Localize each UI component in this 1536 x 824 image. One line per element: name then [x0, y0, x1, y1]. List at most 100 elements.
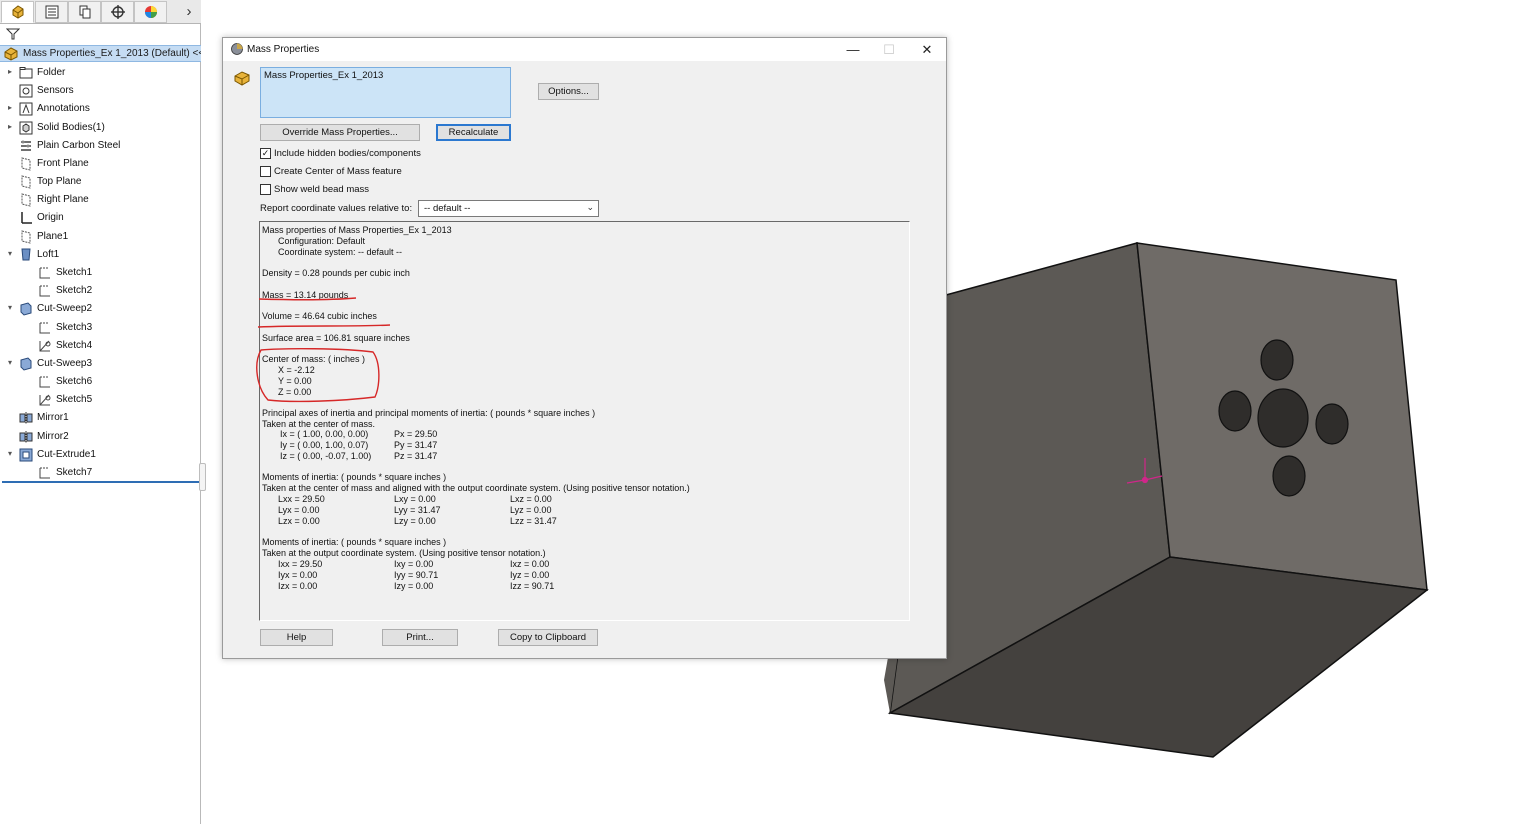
- results-moments-output-heading: Moments of inertia: ( pounds * square in…: [262, 537, 447, 547]
- tree-item-label: Sketch2: [56, 285, 93, 297]
- results-lyx: Lyx = 0.00: [278, 505, 320, 515]
- tree-item-label: Mirror1: [37, 412, 69, 424]
- rollback-bar[interactable]: [2, 481, 199, 483]
- results-ixx: Ixx = 29.50: [278, 559, 323, 569]
- close-button[interactable]: ✕: [909, 38, 945, 61]
- results-pz: Pz = 31.47: [394, 451, 438, 461]
- results-volume: Volume = 46.64 cubic inches: [262, 311, 377, 321]
- results-coordinate-system: Coordinate system: -- default --: [278, 247, 403, 257]
- crosshair-icon: [110, 5, 125, 19]
- cut-sweep-icon: [20, 357, 32, 371]
- results-ixy: Ixy = 0.00: [394, 559, 434, 569]
- results-heading: Mass properties of Mass Properties_Ex 1_…: [262, 225, 452, 235]
- tree-item-label: Sketch6: [56, 376, 93, 388]
- help-button[interactable]: Help: [260, 629, 333, 646]
- color-wheel-icon: [144, 6, 157, 18]
- tree-item-label: Sketch3: [56, 321, 93, 333]
- create-com-label: Create Center of Mass feature: [274, 166, 402, 177]
- expand-toggle-icon[interactable]: ▾: [5, 249, 15, 258]
- create-com-checkbox[interactable]: [260, 166, 271, 177]
- tree-root-part[interactable]: Mass Properties_Ex 1_2013 (Default) <<D: [0, 45, 201, 62]
- sketch-icon: [39, 467, 50, 479]
- print-button[interactable]: Print...: [382, 629, 458, 646]
- sketch-3d-icon: [39, 394, 51, 406]
- plane-icon: [21, 193, 31, 207]
- mass-properties-results[interactable]: Mass properties of Mass Properties_Ex 1_…: [259, 221, 910, 621]
- show-weld-checkbox[interactable]: [260, 184, 271, 195]
- tree-item-label: Front Plane: [37, 157, 89, 169]
- annotations-icon: [19, 102, 33, 116]
- chevron-down-icon[interactable]: ⌄: [586, 202, 594, 213]
- expand-toggle-icon[interactable]: ▸: [5, 122, 15, 131]
- results-density: Density = 0.28 pounds per cubic inch: [262, 268, 410, 278]
- results-mass: Mass = 13.14 pounds: [262, 290, 349, 300]
- expand-toggle-icon[interactable]: ▸: [5, 103, 15, 112]
- report-coordinate-label: Report coordinate values relative to:: [260, 203, 413, 214]
- tab-display-manager[interactable]: [134, 1, 167, 23]
- tree-item-label: Cut-Extrude1: [37, 448, 96, 460]
- mirror-icon: [19, 430, 33, 443]
- selected-items-list[interactable]: Mass Properties_Ex 1_2013: [260, 67, 511, 118]
- expand-toggle-icon[interactable]: ▾: [5, 358, 15, 367]
- expand-toggle-icon[interactable]: ▸: [5, 67, 15, 76]
- origin-icon: [21, 212, 32, 225]
- results-lzz: Lzz = 31.47: [510, 516, 557, 526]
- expand-toggle-icon[interactable]: ▾: [5, 303, 15, 312]
- results-iyx: Iyx = 0.00: [278, 570, 318, 580]
- results-lyy: Lyy = 31.47: [394, 505, 441, 515]
- tab-property-manager[interactable]: [35, 1, 68, 23]
- coordinate-system-dropdown[interactable]: -- default -- ⌄: [418, 200, 599, 217]
- results-izy: Izy = 0.00: [394, 581, 434, 591]
- configuration-manager-icon: [79, 5, 90, 19]
- sketch-icon: [39, 322, 50, 334]
- feature-tree-panel: › Mass Properties_Ex 1_2013 (Default) <<…: [0, 0, 201, 824]
- results-lyz: Lyz = 0.00: [510, 505, 552, 515]
- results-ix: Ix = ( 1.00, 0.00, 0.00): [280, 429, 369, 439]
- sensors-icon: [19, 84, 33, 98]
- hole-bottom: [1272, 455, 1306, 497]
- solid-bodies-icon: [19, 121, 33, 135]
- results-lxz: Lxz = 0.00: [510, 494, 552, 504]
- results-lzy: Lzy = 0.00: [394, 516, 436, 526]
- include-hidden-label: Include hidden bodies/components: [274, 148, 421, 159]
- results-iy: Iy = ( 0.00, 1.00, 0.07): [280, 440, 369, 450]
- tree-item-label: Cut-Sweep3: [37, 357, 93, 369]
- filter-row: [0, 24, 201, 44]
- maximize-button[interactable]: ☐: [871, 38, 907, 61]
- coordinate-system-value: -- default --: [424, 203, 471, 214]
- tab-feature-manager[interactable]: [1, 1, 34, 23]
- results-moments-com-note: Taken at the center of mass and aligned …: [262, 483, 690, 493]
- folder-icon: [19, 67, 33, 79]
- hole-top: [1260, 339, 1294, 381]
- part-icon: [12, 5, 23, 19]
- filter-icon[interactable]: [6, 27, 20, 41]
- panel-splitter-handle[interactable]: [199, 463, 206, 491]
- tab-dimxpert-manager[interactable]: [101, 1, 134, 23]
- mass-properties-icon: [231, 43, 243, 55]
- copy-to-clipboard-button[interactable]: Copy to Clipboard: [498, 629, 598, 646]
- expand-toggle-icon[interactable]: ▾: [5, 449, 15, 458]
- results-izx: Izx = 0.00: [278, 581, 318, 591]
- loft-icon: [21, 248, 31, 261]
- dialog-title: Mass Properties: [247, 44, 320, 55]
- cut-sweep-icon: [20, 302, 32, 316]
- part-icon: [234, 71, 250, 86]
- dialog-titlebar[interactable]: Mass Properties — ☐ ✕: [223, 38, 946, 61]
- tab-configuration-manager[interactable]: [68, 1, 101, 23]
- sketch-icon: [39, 376, 50, 388]
- results-izz: Izz = 90.71: [510, 581, 555, 591]
- tree-item-label: Solid Bodies(1): [37, 121, 105, 133]
- cube-model[interactable]: [884, 242, 1429, 758]
- selected-item[interactable]: Mass Properties_Ex 1_2013: [264, 70, 383, 81]
- tree-item-label: Plane1: [37, 230, 69, 242]
- include-hidden-checkbox[interactable]: ✓: [260, 148, 271, 159]
- options-button[interactable]: Options...: [538, 83, 599, 100]
- override-mass-properties-button[interactable]: Override Mass Properties...: [260, 124, 420, 141]
- minimize-button[interactable]: —: [835, 38, 871, 61]
- tree-item-label: Loft1: [37, 248, 60, 260]
- recalculate-button[interactable]: Recalculate: [436, 124, 511, 141]
- results-ixz: Ixz = 0.00: [510, 559, 550, 569]
- chevron-right-icon[interactable]: ›: [180, 3, 198, 21]
- material-icon: [21, 140, 31, 151]
- results-lzx: Lzx = 0.00: [278, 516, 320, 526]
